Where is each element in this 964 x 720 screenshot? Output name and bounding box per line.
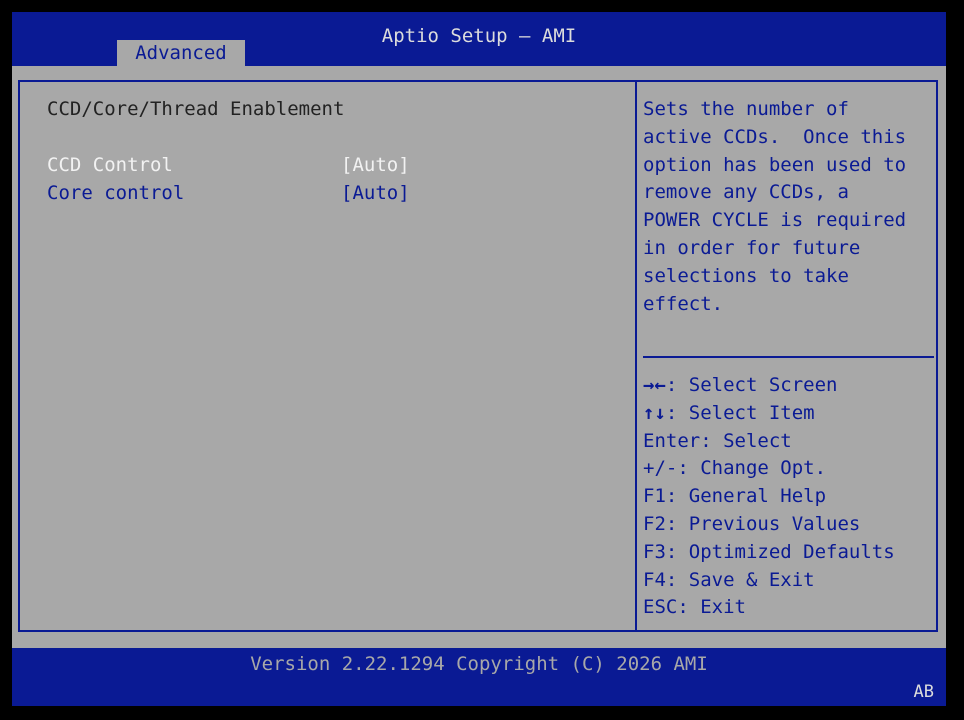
vertical-divider [635,80,637,632]
key-desc: : Select Screen [665,374,838,396]
key-desc: : Change Opt. [677,457,827,480]
up-down-arrows-icon: ↑↓ [643,401,666,424]
key-name: F1 [643,485,666,508]
header-bar: Aptio Setup – AMI Advanced [12,12,946,66]
key-f1: F1: General Help [643,483,933,511]
page-title: CCD/Core/Thread Enablement [47,98,345,120]
help-line: active CCDs. Once this [643,125,907,148]
key-name: F2 [643,512,666,535]
key-enter: Enter: Select [643,428,933,456]
setting-ccd-control[interactable]: CCD Control [Auto] [47,154,607,178]
key-name: ESC [643,596,678,619]
setting-value[interactable]: [Auto] [341,182,410,204]
version-text: Version 2.22.1294 Copyright (C) 2026 AMI [250,653,708,675]
help-line: Sets the number of [643,98,849,120]
main-area: CCD/Core/Thread Enablement CCD Control [… [12,66,946,648]
key-select-item: ↑↓: Select Item [643,400,933,428]
key-f2: F2: Previous Values [643,511,933,539]
left-right-arrows-icon: →← [643,374,666,396]
help-line: POWER CYCLE is required [643,209,907,232]
help-line: remove any CCDs, a [643,181,849,204]
key-name: F3 [643,540,666,563]
key-desc: : General Help [665,485,827,508]
help-line: effect. [643,292,724,315]
setting-value[interactable]: [Auto] [341,154,410,176]
setting-label: CCD Control [47,154,173,176]
setting-core-control[interactable]: Core control [Auto] [47,182,607,206]
key-desc: : Save & Exit [665,568,815,591]
footer-bar: Version 2.22.1294 Copyright (C) 2026 AMI… [12,648,946,706]
help-divider [643,356,934,358]
key-name: F4 [643,568,666,591]
help-line: in order for future [643,236,861,259]
key-f3: F3: Optimized Defaults [643,539,933,567]
key-desc: : Previous Values [665,512,861,535]
status-code: AB [913,682,934,702]
help-line: option has been used to [643,153,907,176]
key-desc: : Optimized Defaults [665,540,895,563]
key-esc: ESC: Exit [643,594,933,622]
key-legend: →←: Select Screen ↑↓: Select Item Enter:… [643,372,933,622]
key-select-screen: →←: Select Screen [643,372,933,400]
key-name: +/- [643,457,678,480]
help-line: selections to take [643,264,849,287]
key-desc: : Exit [677,596,746,619]
key-desc: : Select Item [665,401,815,424]
key-name: Enter [643,429,701,452]
tab-label: Advanced [135,42,227,64]
bios-screen: Aptio Setup – AMI Advanced CCD/Core/Thre… [0,0,964,720]
setting-label: Core control [47,182,185,204]
key-desc: : Select [700,429,792,452]
key-change-opt: +/-: Change Opt. [643,455,933,483]
key-f4: F4: Save & Exit [643,567,933,595]
help-description: Sets the number of active CCDs. Once thi… [643,96,933,318]
tab-advanced[interactable]: Advanced [117,40,245,66]
